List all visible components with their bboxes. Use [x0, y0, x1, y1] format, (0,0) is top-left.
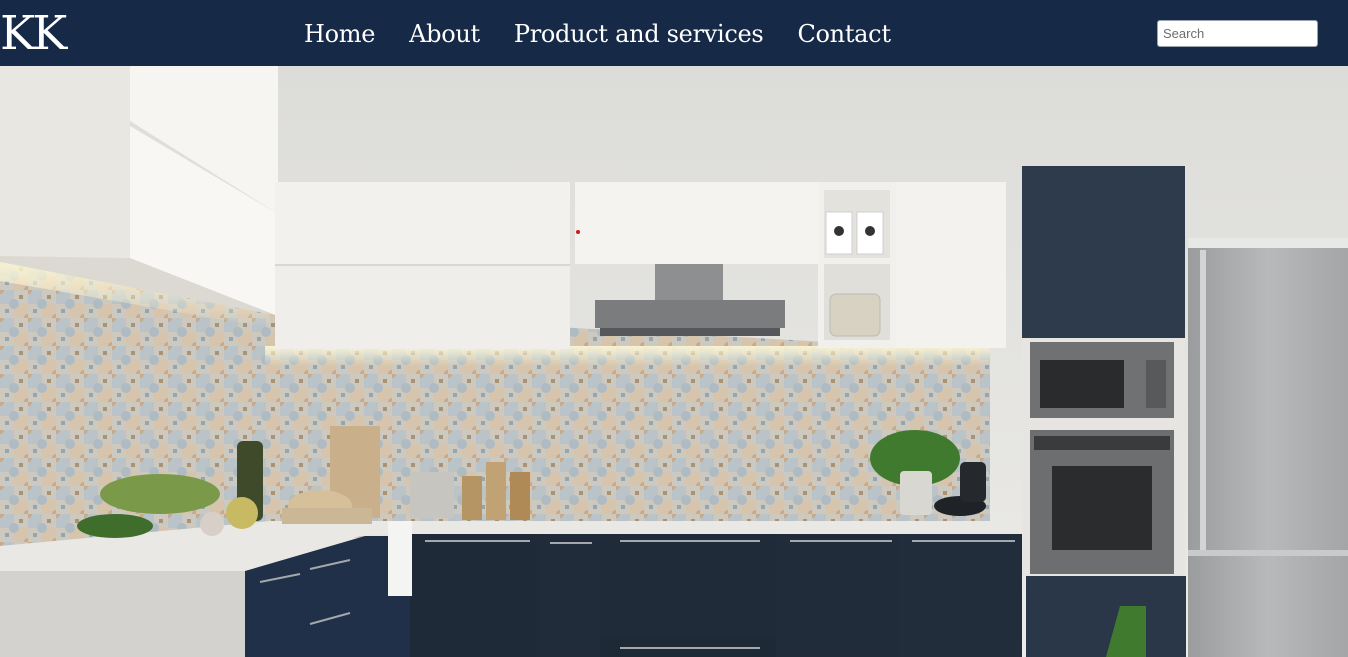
- nav-home-link[interactable]: Home: [304, 17, 375, 51]
- nav-products-services-link[interactable]: Product and services: [514, 17, 764, 51]
- hero-banner: [0, 66, 1348, 657]
- nav-about-link[interactable]: About: [409, 17, 480, 51]
- main-nav: Home About Product and services Contact: [304, 17, 891, 51]
- site-header: KK Home About Product and services Conta…: [0, 0, 1348, 66]
- kitchen-hero-image: [0, 66, 1348, 657]
- site-logo[interactable]: KK: [0, 8, 67, 60]
- nav-contact-link[interactable]: Contact: [797, 17, 891, 51]
- search-input[interactable]: [1157, 20, 1318, 47]
